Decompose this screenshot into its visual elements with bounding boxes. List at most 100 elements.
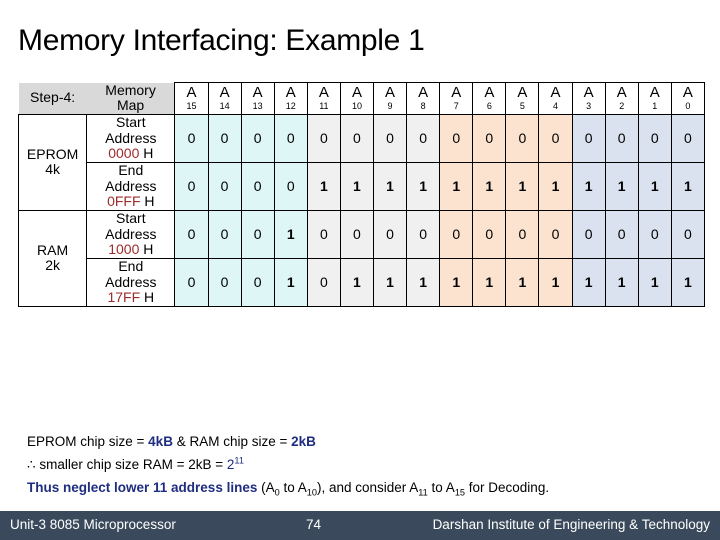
bit-cell-a7: 1 <box>439 257 474 307</box>
bit-cell-a15: 0 <box>174 161 209 211</box>
bit-cell-a8: 0 <box>406 209 441 259</box>
address-line-header-a5: A5 <box>505 82 540 115</box>
bit-cell-a14: 0 <box>207 161 242 211</box>
note1-ram-size: 2kB <box>291 434 316 449</box>
address-prefix: A <box>517 83 528 101</box>
bit-cell-a4: 0 <box>538 113 573 163</box>
bit-cell-a15: 0 <box>174 257 209 307</box>
table-row: End Address 0FFF H0000111111111111 <box>19 161 706 211</box>
address-line-header-a12: A 12 <box>273 82 308 115</box>
slide-footer: Unit-3 8085 Microprocessor 74 Darshan In… <box>0 511 720 540</box>
table-body: Step-4: Memory Map A 15 A 14 A 13 A 12 A 11 A 10 A 9 A… <box>17 81 706 307</box>
address-prefix: A <box>451 83 462 101</box>
note3-highlight: Thus neglect lower 11 address lines <box>27 480 258 496</box>
address-line-header-a10: A 10 <box>339 82 375 115</box>
footer-page-number: 74 <box>306 517 322 532</box>
address-prefix: A <box>285 83 296 101</box>
bit-cell-a9: 1 <box>372 161 408 211</box>
table-row: End Address 17FF H0001011111111111 <box>19 257 706 307</box>
slide-canvas: Memory Interfacing: Example 1 Step-4: Me… <box>0 0 720 540</box>
bit-cell-a4: 0 <box>538 209 573 259</box>
address-descriptor-cell: End Address 17FF H <box>86 257 176 307</box>
bit-cell-a0: 1 <box>670 257 706 307</box>
bit-cell-a14: 0 <box>207 113 242 163</box>
bit-cell-a10: 1 <box>339 161 375 211</box>
address-hex-line: 0000 H <box>87 145 174 162</box>
memory-map-line1: Memory <box>105 81 156 98</box>
bit-cell-a5: 0 <box>505 113 540 163</box>
page-title: Memory Interfacing: Example 1 <box>18 24 425 57</box>
bit-cell-a15: 0 <box>174 113 209 163</box>
bit-cell-a3: 1 <box>571 257 606 307</box>
note-line-1: EPROM chip size = 4kB & RAM chip size = … <box>27 430 707 453</box>
address-prefix: A <box>385 83 396 101</box>
address-prefix: A <box>186 83 197 101</box>
note1-mid: & RAM chip size = <box>172 434 292 449</box>
address-line-header-a9: A9 <box>372 82 408 115</box>
address-kind-line2: Address <box>105 273 157 290</box>
bit-cell-a11: 0 <box>306 113 341 163</box>
note3-c: to A <box>279 480 307 496</box>
bit-cell-a11: 0 <box>306 257 341 307</box>
address-prefix: A <box>318 83 329 101</box>
bit-cell-a2: 0 <box>604 113 639 163</box>
note1-eprom-size: 4kB <box>148 434 173 449</box>
address-hex-line: 0FFF H <box>87 193 174 210</box>
bit-cell-a1: 1 <box>637 161 672 211</box>
address-hex-suffix: H <box>140 289 155 306</box>
bit-cell-a10: 1 <box>339 257 375 307</box>
bit-cell-a7: 0 <box>439 209 474 259</box>
address-kind-line1: Start <box>116 209 146 226</box>
address-prefix: A <box>682 83 693 101</box>
address-kind-line2: Address <box>105 129 157 146</box>
address-line-header-a1: A1 <box>637 82 672 115</box>
chip-size: 2k <box>45 257 60 274</box>
address-prefix: A <box>418 83 429 101</box>
address-index: 7 <box>453 100 459 111</box>
bit-cell-a3: 0 <box>571 209 606 259</box>
note1-prefix: EPROM chip size = <box>27 434 149 449</box>
chip-label-ram: RAM 2k <box>17 209 88 307</box>
bit-cell-a0: 0 <box>670 113 706 163</box>
bit-cell-a2: 0 <box>604 209 639 259</box>
address-prefix: A <box>550 83 561 101</box>
bit-cell-a11: 0 <box>306 209 341 259</box>
address-hex-suffix: H <box>140 193 155 210</box>
address-index: 13 <box>252 100 263 111</box>
address-line-header-a15: A 15 <box>174 82 209 115</box>
address-hex-line: 17FF H <box>87 289 174 306</box>
address-line-header-a14: A 14 <box>207 82 242 115</box>
address-line-header-a8: A8 <box>406 82 441 115</box>
chip-name: RAM <box>37 241 69 258</box>
bit-cell-a15: 0 <box>174 209 209 259</box>
address-line-header-a3: A3 <box>571 82 606 115</box>
footer-unit-label: Unit-3 8085 Microprocessor <box>10 517 176 532</box>
note3-sub-a15: 15 <box>454 488 466 499</box>
address-descriptor-cell: End Address 0FFF H <box>86 161 176 211</box>
address-index: 2 <box>619 100 625 111</box>
address-descriptor-cell: Start Address 0000 H <box>86 113 176 163</box>
note3-b: (A <box>257 480 275 496</box>
bit-cell-a13: 0 <box>240 161 275 211</box>
bit-cell-a3: 0 <box>571 113 606 163</box>
bit-cell-a6: 1 <box>472 257 507 307</box>
bit-cell-a1: 0 <box>637 113 672 163</box>
address-prefix: A <box>649 83 660 101</box>
address-hex-value: 1000 <box>108 241 140 258</box>
bit-cell-a13: 0 <box>240 113 275 163</box>
address-line-header-a13: A 13 <box>240 82 275 115</box>
bit-cell-a5: 1 <box>505 257 540 307</box>
address-index: 6 <box>486 100 492 111</box>
address-kind-line1: Start <box>116 113 146 130</box>
bit-cell-a4: 1 <box>538 161 573 211</box>
table-row: EPROM 4k Start Address 0000 H000000000000000… <box>17 113 706 211</box>
bit-cell-a7: 0 <box>439 113 474 163</box>
bit-cell-a10: 0 <box>339 113 375 163</box>
address-hex-value: 0000 <box>108 145 140 162</box>
address-index: 15 <box>186 100 197 111</box>
bit-cell-a6: 1 <box>472 161 507 211</box>
bit-cell-a9: 0 <box>372 113 408 163</box>
note3-f: for Decoding. <box>465 480 550 496</box>
address-descriptor-cell: Start Address 1000 H <box>86 209 176 259</box>
bit-cell-a2: 1 <box>604 161 639 211</box>
